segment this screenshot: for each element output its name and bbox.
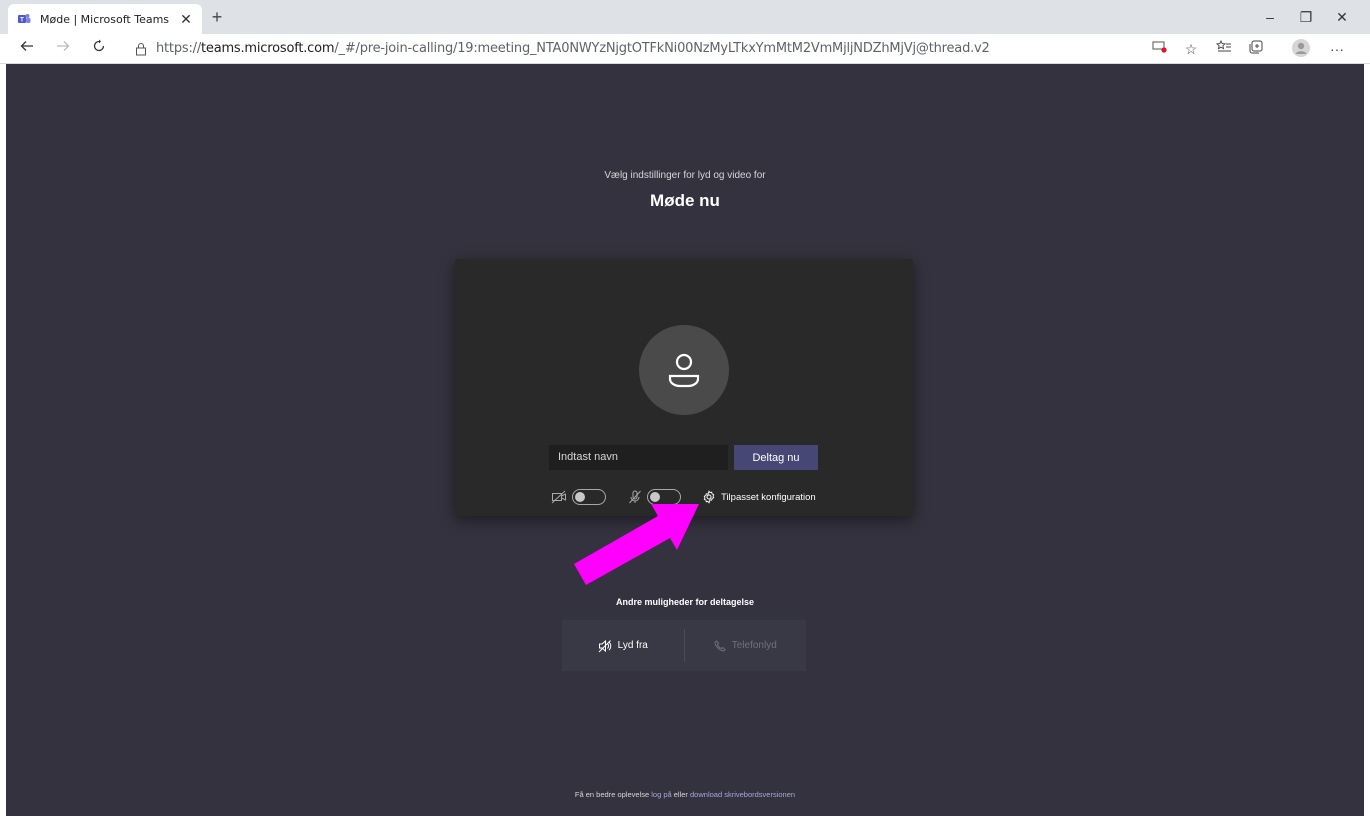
footer-text-middle: eller xyxy=(671,790,691,799)
custom-setup-button[interactable]: Tilpasset konfiguration xyxy=(702,487,816,507)
favorite-star-icon[interactable]: ☆ xyxy=(1181,39,1201,59)
phone-audio-option[interactable]: Telefonlyd xyxy=(685,620,807,671)
url-prefix: https:// xyxy=(156,41,201,56)
audio-off-option[interactable]: Lyd fra xyxy=(562,620,684,671)
prejoin-card: Deltag nu Tilpasset konfiguration xyxy=(455,259,913,516)
download-desktop-link[interactable]: download skrivebordsversionen xyxy=(690,790,795,799)
login-link[interactable]: log på xyxy=(651,790,671,799)
join-now-button[interactable]: Deltag nu xyxy=(734,445,818,470)
favorites-list-icon[interactable] xyxy=(1214,39,1234,59)
tracking-prevention-icon[interactable] xyxy=(1150,39,1170,59)
back-arrow-icon xyxy=(20,41,33,51)
close-tab-icon[interactable]: ✕ xyxy=(178,11,194,28)
new-tab-button[interactable]: + xyxy=(206,7,228,29)
meeting-title: Møde nu xyxy=(650,191,720,210)
refresh-button[interactable] xyxy=(88,38,110,60)
lock-icon[interactable] xyxy=(134,42,148,56)
person-icon xyxy=(668,353,700,388)
more-menu-icon[interactable]: ··· xyxy=(1327,39,1347,59)
url-path: /_#/pre-join-calling/19:meeting_NTA0NWYz… xyxy=(334,41,990,56)
svg-text:T: T xyxy=(20,18,24,24)
footer-text: Få en bedre oplevelse xyxy=(574,790,652,799)
browser-toolbar: https://teams.microsoft.com/_#/pre-join-… xyxy=(0,34,1370,64)
browser-tab-bar: T Møde | Microsoft Teams ✕ + – ❐ ✕ xyxy=(0,0,1370,34)
collections-icon[interactable] xyxy=(1246,39,1266,59)
teams-logo-icon: T xyxy=(16,11,32,27)
other-options-panel: Lyd fra Telefonlyd xyxy=(562,620,806,671)
phone-icon xyxy=(714,639,726,652)
prejoin-subtitle: Vælg indstillinger for lyd og video for xyxy=(604,170,766,181)
browser-tab[interactable]: T Møde | Microsoft Teams ✕ xyxy=(8,4,202,34)
url-host: teams.microsoft.com xyxy=(201,41,335,56)
audio-off-label: Lyd fra xyxy=(617,640,648,651)
name-input[interactable] xyxy=(549,445,728,470)
annotation-arrow xyxy=(574,504,699,585)
avatar xyxy=(639,325,729,415)
forward-arrow-icon xyxy=(57,41,70,51)
custom-setup-label: Tilpasset konfiguration xyxy=(721,491,816,503)
camera-off-icon xyxy=(551,490,566,504)
minimize-button[interactable]: – xyxy=(1256,6,1284,28)
close-window-button[interactable]: ✕ xyxy=(1328,6,1356,28)
phone-audio-label: Telefonlyd xyxy=(731,640,777,651)
footer: Få en bedre oplevelse log på eller downl… xyxy=(6,790,1364,799)
address-bar[interactable]: https://teams.microsoft.com/_#/pre-join-… xyxy=(156,41,990,56)
tab-title: Møde | Microsoft Teams xyxy=(40,12,170,26)
back-button[interactable] xyxy=(16,38,38,60)
teams-prejoin-page: Vælg indstillinger for lyd og video for … xyxy=(6,64,1364,816)
profile-avatar-icon[interactable] xyxy=(1291,39,1311,59)
speaker-off-icon xyxy=(598,639,611,652)
forward-button[interactable] xyxy=(52,38,74,60)
refresh-icon xyxy=(93,39,105,52)
restore-button[interactable]: ❐ xyxy=(1292,6,1320,28)
other-options-title: Andre muligheder for deltagelse xyxy=(615,597,755,607)
